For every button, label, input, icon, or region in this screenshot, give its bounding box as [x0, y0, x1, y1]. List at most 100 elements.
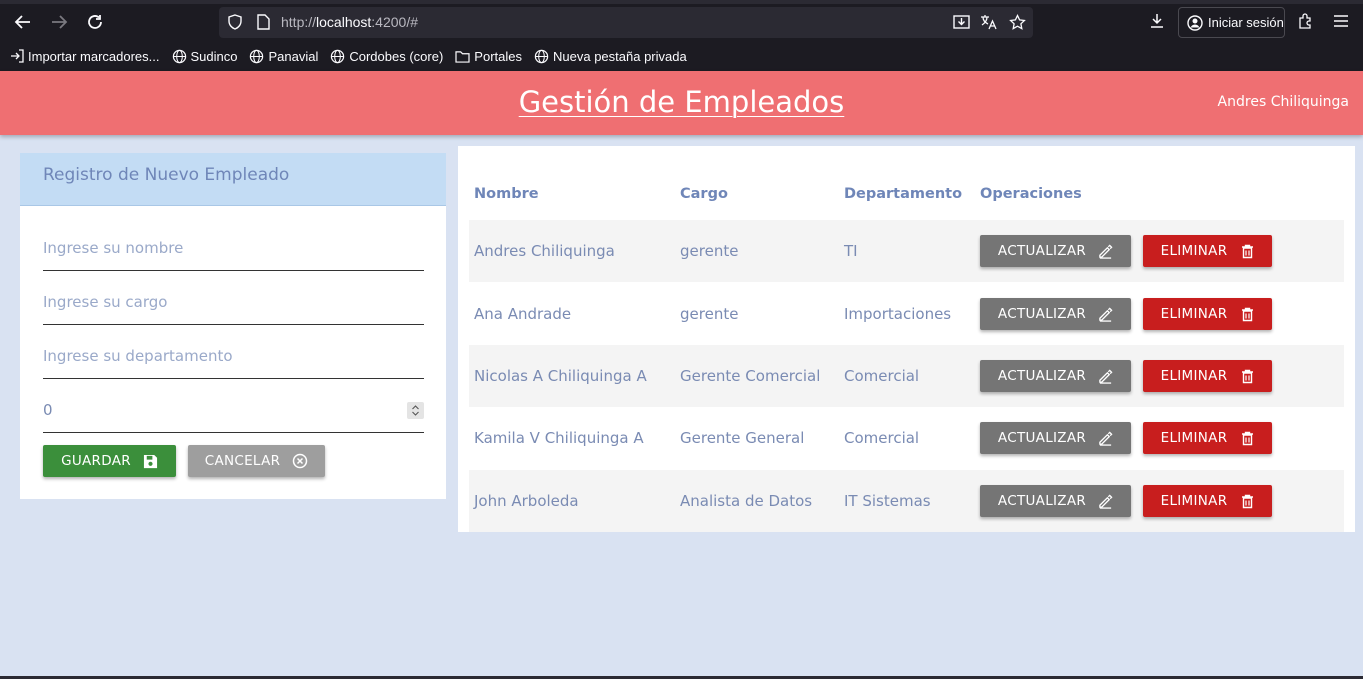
- bookmark-private-tab[interactable]: Nueva pestaña privada: [534, 49, 687, 64]
- edit-pencil-icon: [1099, 493, 1113, 509]
- bookmark-cordobes[interactable]: Cordobes (core): [330, 49, 443, 64]
- globe-icon: [534, 49, 549, 63]
- edit-pencil-icon: [1099, 430, 1113, 446]
- update-label: ACTUALIZAR: [997, 368, 1087, 384]
- table-row: Ana Andrade gerente Importaciones ACTUAL…: [469, 283, 1344, 345]
- edit-pencil-icon: [1099, 306, 1113, 322]
- reload-icon: [88, 15, 102, 29]
- bookmark-sudinco[interactable]: Sudinco: [172, 49, 237, 64]
- shield-icon[interactable]: [226, 13, 244, 31]
- translate-icon[interactable]: [980, 13, 998, 31]
- account-icon: [1187, 14, 1203, 31]
- table-row: Kamila V Chiliquinga A Gerente General C…: [469, 407, 1344, 469]
- page-icon[interactable]: [254, 13, 272, 31]
- bookmark-label: Cordobes (core): [349, 48, 444, 64]
- forward-button[interactable]: [47, 10, 71, 34]
- downloads-icon[interactable]: [1146, 10, 1168, 32]
- edit-pencil-icon: [1099, 368, 1113, 384]
- delete-button[interactable]: ELIMINAR: [1143, 422, 1272, 454]
- browser-toolbar: http://localhost:4200/# Iniciar sesión I…: [0, 0, 1363, 71]
- employee-form-card: Registro de Nuevo Empleado Ingrese su no…: [20, 153, 446, 499]
- cell-departamento: Comercial: [844, 429, 920, 447]
- page-title[interactable]: Gestión de Empleados: [0, 85, 1363, 119]
- delete-button[interactable]: ELIMINAR: [1143, 360, 1272, 392]
- stepper-arrows-icon: [412, 405, 419, 416]
- bookmark-panavial[interactable]: Panavial: [249, 49, 318, 64]
- name-field[interactable]: Ingrese su nombre: [43, 231, 424, 271]
- cell-departamento: Comercial: [844, 367, 920, 385]
- header-cargo: Cargo: [680, 186, 728, 202]
- globe-icon: [331, 49, 345, 63]
- cell-nombre: Ana Andrade: [474, 305, 572, 323]
- cell-departamento: IT Sistemas: [844, 492, 931, 510]
- number-stepper[interactable]: [407, 402, 424, 419]
- bookmark-label: Panavial: [268, 48, 319, 64]
- bookmark-label: Nueva pestaña privada: [553, 48, 687, 64]
- cell-cargo: Gerente Comercial: [680, 367, 821, 385]
- cell-departamento: TI: [844, 242, 858, 260]
- bookmark-import[interactable]: Importar marcadores...: [10, 49, 160, 64]
- trash-icon: [1242, 307, 1254, 321]
- cell-nombre: Andres Chiliquinga: [474, 242, 615, 260]
- update-button[interactable]: ACTUALIZAR: [980, 360, 1131, 392]
- name-placeholder: Ingrese su nombre: [43, 239, 184, 257]
- bookmarks-bar: Importar marcadores... Sudinco Panavial …: [0, 44, 1363, 68]
- trash-icon: [1242, 369, 1254, 383]
- tab-strip: [0, 0, 1363, 4]
- cancel-circle-icon: [293, 453, 308, 469]
- cell-nombre: Nicolas A Chiliquinga A: [474, 367, 647, 385]
- header-operaciones: Operaciones: [980, 186, 1082, 202]
- bookmark-star-icon[interactable]: [1008, 13, 1026, 31]
- department-field[interactable]: Ingrese su departamento: [43, 339, 424, 379]
- trash-icon: [1242, 244, 1254, 258]
- number-field[interactable]: 0: [43, 393, 424, 433]
- delete-button[interactable]: ELIMINAR: [1143, 485, 1272, 517]
- header-nombre: Nombre: [474, 186, 539, 202]
- app-header: Gestión de Empleados Andres Chiliquinga: [0, 71, 1363, 135]
- delete-label: ELIMINAR: [1160, 493, 1228, 509]
- folder-icon: [455, 50, 470, 63]
- globe-icon: [250, 49, 264, 63]
- floppy-disk-icon: [143, 454, 157, 468]
- table-row: Andres Chiliquinga gerente TI ACTUALIZAR…: [469, 220, 1344, 282]
- header-departamento: Departamento: [844, 186, 963, 202]
- number-value: 0: [43, 401, 53, 419]
- delete-label: ELIMINAR: [1160, 430, 1228, 446]
- url-bar[interactable]: http://localhost:4200/#: [219, 7, 1033, 38]
- trash-icon: [1242, 431, 1254, 445]
- cell-cargo: gerente: [680, 305, 739, 323]
- cancel-label: CANCELAR: [204, 453, 281, 469]
- url-text[interactable]: http://localhost:4200/#: [281, 14, 418, 30]
- update-label: ACTUALIZAR: [997, 243, 1087, 259]
- delete-label: ELIMINAR: [1160, 243, 1228, 259]
- back-button[interactable]: [11, 10, 35, 34]
- delete-label: ELIMINAR: [1160, 368, 1228, 384]
- update-button[interactable]: ACTUALIZAR: [980, 422, 1131, 454]
- delete-button[interactable]: ELIMINAR: [1143, 235, 1272, 267]
- bookmark-portales[interactable]: Portales: [455, 49, 522, 64]
- table-row: John Arboleda Analista de Datos IT Siste…: [469, 470, 1344, 532]
- cargo-field[interactable]: Ingrese su cargo: [43, 285, 424, 325]
- delete-button[interactable]: ELIMINAR: [1143, 298, 1272, 330]
- menu-icon[interactable]: [1330, 10, 1352, 32]
- update-button[interactable]: ACTUALIZAR: [980, 235, 1131, 267]
- install-app-icon[interactable]: [952, 13, 970, 31]
- trash-icon: [1242, 494, 1254, 508]
- cell-departamento: Importaciones: [844, 305, 952, 323]
- extensions-icon[interactable]: [1294, 10, 1316, 32]
- edit-pencil-icon: [1099, 243, 1113, 259]
- cell-nombre: John Arboleda: [474, 492, 579, 510]
- cell-cargo: Gerente General: [680, 429, 805, 447]
- signin-label: Iniciar sesión: [1208, 15, 1284, 30]
- save-button[interactable]: GUARDAR: [43, 445, 176, 477]
- bookmark-label: Portales: [474, 48, 522, 64]
- update-button[interactable]: ACTUALIZAR: [980, 485, 1131, 517]
- bookmark-label: Importar marcadores...: [28, 48, 160, 64]
- save-label: GUARDAR: [61, 453, 131, 469]
- update-button[interactable]: ACTUALIZAR: [980, 298, 1131, 330]
- cell-nombre: Kamila V Chiliquinga A: [474, 429, 644, 447]
- reload-button[interactable]: [83, 10, 107, 34]
- signin-button[interactable]: Iniciar sesión: [1178, 7, 1285, 38]
- cancel-button[interactable]: CANCELAR: [188, 445, 325, 477]
- delete-label: ELIMINAR: [1160, 306, 1228, 322]
